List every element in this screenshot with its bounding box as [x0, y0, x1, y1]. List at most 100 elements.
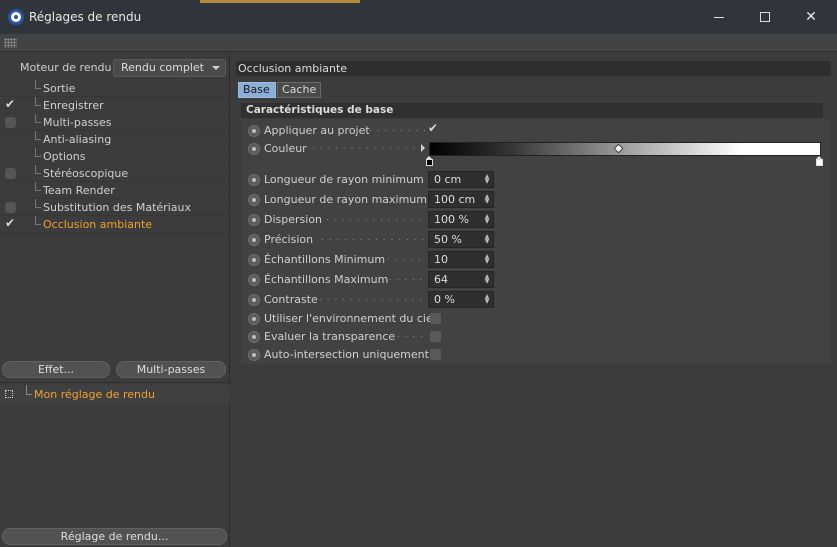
- divider: [0, 382, 230, 383]
- gradient-knot-black[interactable]: [426, 156, 433, 166]
- animation-radio[interactable]: [248, 274, 260, 286]
- tab-base[interactable]: Base: [238, 82, 276, 98]
- tree-item-options[interactable]: Options: [0, 148, 230, 165]
- stepper-icon[interactable]: ▲ ▼: [484, 174, 490, 185]
- precision-input[interactable]: 50 % ▲ ▼: [428, 231, 494, 248]
- animation-radio[interactable]: [248, 294, 260, 306]
- min-samples-input[interactable]: 10 ▲ ▼: [428, 251, 494, 268]
- tree-item-stereoscopic[interactable]: Stéréoscopique: [0, 165, 230, 182]
- gradient-knot-white[interactable]: [816, 156, 823, 166]
- apply-project-checkbox[interactable]: [428, 121, 439, 136]
- param-sky-environment: Utiliser l'environnement du ciel: [241, 310, 831, 328]
- contrast-input[interactable]: 0 % ▲ ▼: [428, 291, 494, 308]
- maximize-button[interactable]: [742, 0, 788, 34]
- field-value: 0 cm: [434, 173, 462, 186]
- transparency-checkbox[interactable]: [430, 331, 441, 342]
- enable-checkbox[interactable]: [5, 215, 16, 232]
- enable-checkbox[interactable]: [5, 96, 16, 113]
- animation-radio[interactable]: [248, 174, 260, 186]
- tree-connector: [35, 199, 41, 208]
- param-label: Appliquer au projet: [264, 124, 370, 137]
- render-setting-button[interactable]: Réglage de rendu...: [2, 528, 227, 545]
- tree-connector: [35, 114, 41, 123]
- tree-connector: [35, 131, 41, 140]
- enable-checkbox[interactable]: [5, 202, 16, 213]
- stepper-icon[interactable]: ▲ ▼: [484, 254, 490, 265]
- minimize-icon: [714, 17, 724, 18]
- animation-radio[interactable]: [248, 214, 260, 226]
- cinema4d-app-icon: [8, 9, 24, 25]
- param-label: Evaluer la transparence: [264, 330, 396, 343]
- param-dots: . . . . . . . . .: [369, 124, 425, 134]
- animation-radio[interactable]: [248, 125, 260, 137]
- left-panel: Moteur de rendu Rendu complet Sortie Enr…: [0, 53, 230, 547]
- stepper-icon[interactable]: ▲ ▼: [484, 294, 490, 305]
- param-dots: . . . . . . . . . . . . . . . . . .: [312, 142, 420, 152]
- minimize-button[interactable]: [696, 0, 742, 34]
- param-label: Contraste: [264, 293, 318, 306]
- tree-item-label: Anti-aliasing: [43, 133, 112, 146]
- tree-connector: [35, 97, 41, 106]
- close-icon: ✕: [805, 9, 817, 25]
- param-min-ray: Longueur de rayon minimum . 0 cm ▲ ▼: [241, 171, 831, 189]
- gradient-bar[interactable]: [429, 142, 821, 156]
- toolbar: [0, 34, 837, 52]
- render-engine-select[interactable]: Rendu complet: [113, 59, 226, 77]
- preset-icon: [5, 390, 13, 398]
- dispersion-input[interactable]: 100 % ▲ ▼: [428, 211, 494, 228]
- max-ray-input[interactable]: 100 cm ▲ ▼: [428, 191, 494, 208]
- animation-radio[interactable]: [248, 194, 260, 206]
- stepper-icon[interactable]: ▲ ▼: [484, 274, 490, 285]
- preset-item[interactable]: Mon réglage de rendu: [0, 385, 230, 403]
- param-label: Auto-intersection uniquement: [264, 348, 429, 361]
- section-title: Occlusion ambiante: [236, 61, 831, 76]
- title-bar: Réglages de rendu ✕: [0, 0, 837, 34]
- multipass-button[interactable]: Multi-passes: [116, 361, 226, 378]
- animation-radio[interactable]: [248, 143, 260, 155]
- field-value: 100 %: [434, 213, 469, 226]
- tree-item-material-override[interactable]: Substitution des Matériaux: [0, 199, 230, 216]
- param-contrast: Contraste . . . . . . . . . . . . . . . …: [241, 291, 831, 309]
- maximize-icon: [760, 12, 770, 22]
- animation-radio[interactable]: [248, 349, 260, 361]
- param-max-samples: Échantillons Maximum . . . . . . . 64 ▲▼: [241, 271, 831, 289]
- param-label: Utiliser l'environnement du ciel: [264, 312, 436, 325]
- expand-arrow-icon[interactable]: [421, 144, 425, 152]
- stepper-icon[interactable]: ▲ ▼: [484, 214, 490, 225]
- render-engine-label: Moteur de rendu: [20, 61, 112, 74]
- enable-checkbox[interactable]: [5, 117, 16, 128]
- animation-radio[interactable]: [248, 234, 260, 246]
- param-dots: . . . . . . . . . . . . . . . .: [321, 233, 424, 243]
- enable-checkbox[interactable]: [5, 168, 16, 179]
- effect-button[interactable]: Effet...: [2, 361, 110, 378]
- animation-radio[interactable]: [248, 254, 260, 266]
- tree-item-antialiasing[interactable]: Anti-aliasing: [0, 131, 230, 148]
- tree-connector: [26, 385, 32, 395]
- sky-environment-checkbox[interactable]: [430, 313, 441, 324]
- tree-item-ambient-occlusion[interactable]: Occlusion ambiante: [0, 215, 230, 233]
- min-ray-input[interactable]: 0 cm ▲ ▼: [428, 171, 494, 188]
- max-samples-input[interactable]: 64 ▲ ▼: [428, 271, 494, 288]
- tree-item-save[interactable]: Enregistrer: [0, 96, 230, 114]
- tree-connector: [35, 148, 41, 157]
- animation-radio[interactable]: [248, 313, 260, 325]
- stepper-icon[interactable]: ▲ ▼: [484, 234, 490, 245]
- settings-tree: Sortie Enregistrer Multi-passes Anti-ali…: [0, 80, 230, 233]
- param-label: Échantillons Minimum: [264, 253, 386, 266]
- field-value: 0 %: [434, 293, 455, 306]
- param-transparency: Evaluer la transparence . . . . . . . .: [241, 328, 831, 346]
- self-intersection-checkbox[interactable]: [430, 349, 441, 360]
- stepper-icon[interactable]: ▲ ▼: [484, 194, 490, 205]
- color-gradient[interactable]: [421, 140, 823, 170]
- parameters-group: Appliquer au projet . . . . . . . . . Co…: [241, 119, 831, 364]
- close-button[interactable]: ✕: [788, 0, 834, 34]
- tree-item-team-render[interactable]: Team Render: [0, 182, 230, 199]
- tree-item-output[interactable]: Sortie: [0, 80, 230, 97]
- grip-icon[interactable]: [4, 38, 17, 48]
- tree-connector: [35, 216, 41, 225]
- param-label: Longueur de rayon minimum: [264, 173, 424, 186]
- animation-radio[interactable]: [248, 331, 260, 343]
- tree-item-label: Enregistrer: [43, 99, 104, 112]
- tree-item-multipass[interactable]: Multi-passes: [0, 114, 230, 131]
- tab-cache[interactable]: Cache: [277, 82, 321, 98]
